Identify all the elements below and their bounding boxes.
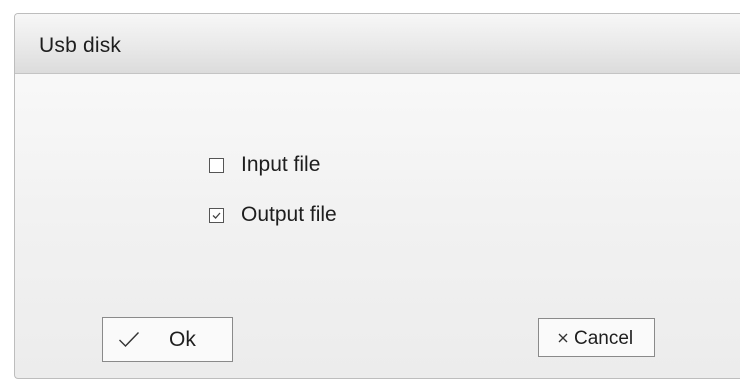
ok-button[interactable]: Ok (102, 317, 233, 362)
input-file-label: Input file (241, 153, 321, 176)
usb-disk-dialog: Usb disk Input file Output file Ok Cance… (14, 13, 740, 379)
ok-button-label: Ok (169, 328, 196, 351)
output-file-label: Output file (241, 203, 337, 226)
dialog-title: Usb disk (39, 34, 122, 57)
checkmark-icon (119, 332, 140, 347)
cancel-button[interactable]: Cancel (538, 318, 655, 357)
checkmark-icon (212, 212, 221, 219)
output-file-option[interactable]: Output file (209, 201, 337, 229)
dialog-titlebar: Usb disk (15, 14, 740, 74)
input-file-option[interactable]: Input file (209, 151, 320, 179)
close-icon (558, 333, 568, 343)
output-file-checkbox[interactable] (209, 207, 224, 223)
cancel-button-label: Cancel (574, 328, 634, 349)
input-file-checkbox[interactable] (209, 157, 224, 173)
